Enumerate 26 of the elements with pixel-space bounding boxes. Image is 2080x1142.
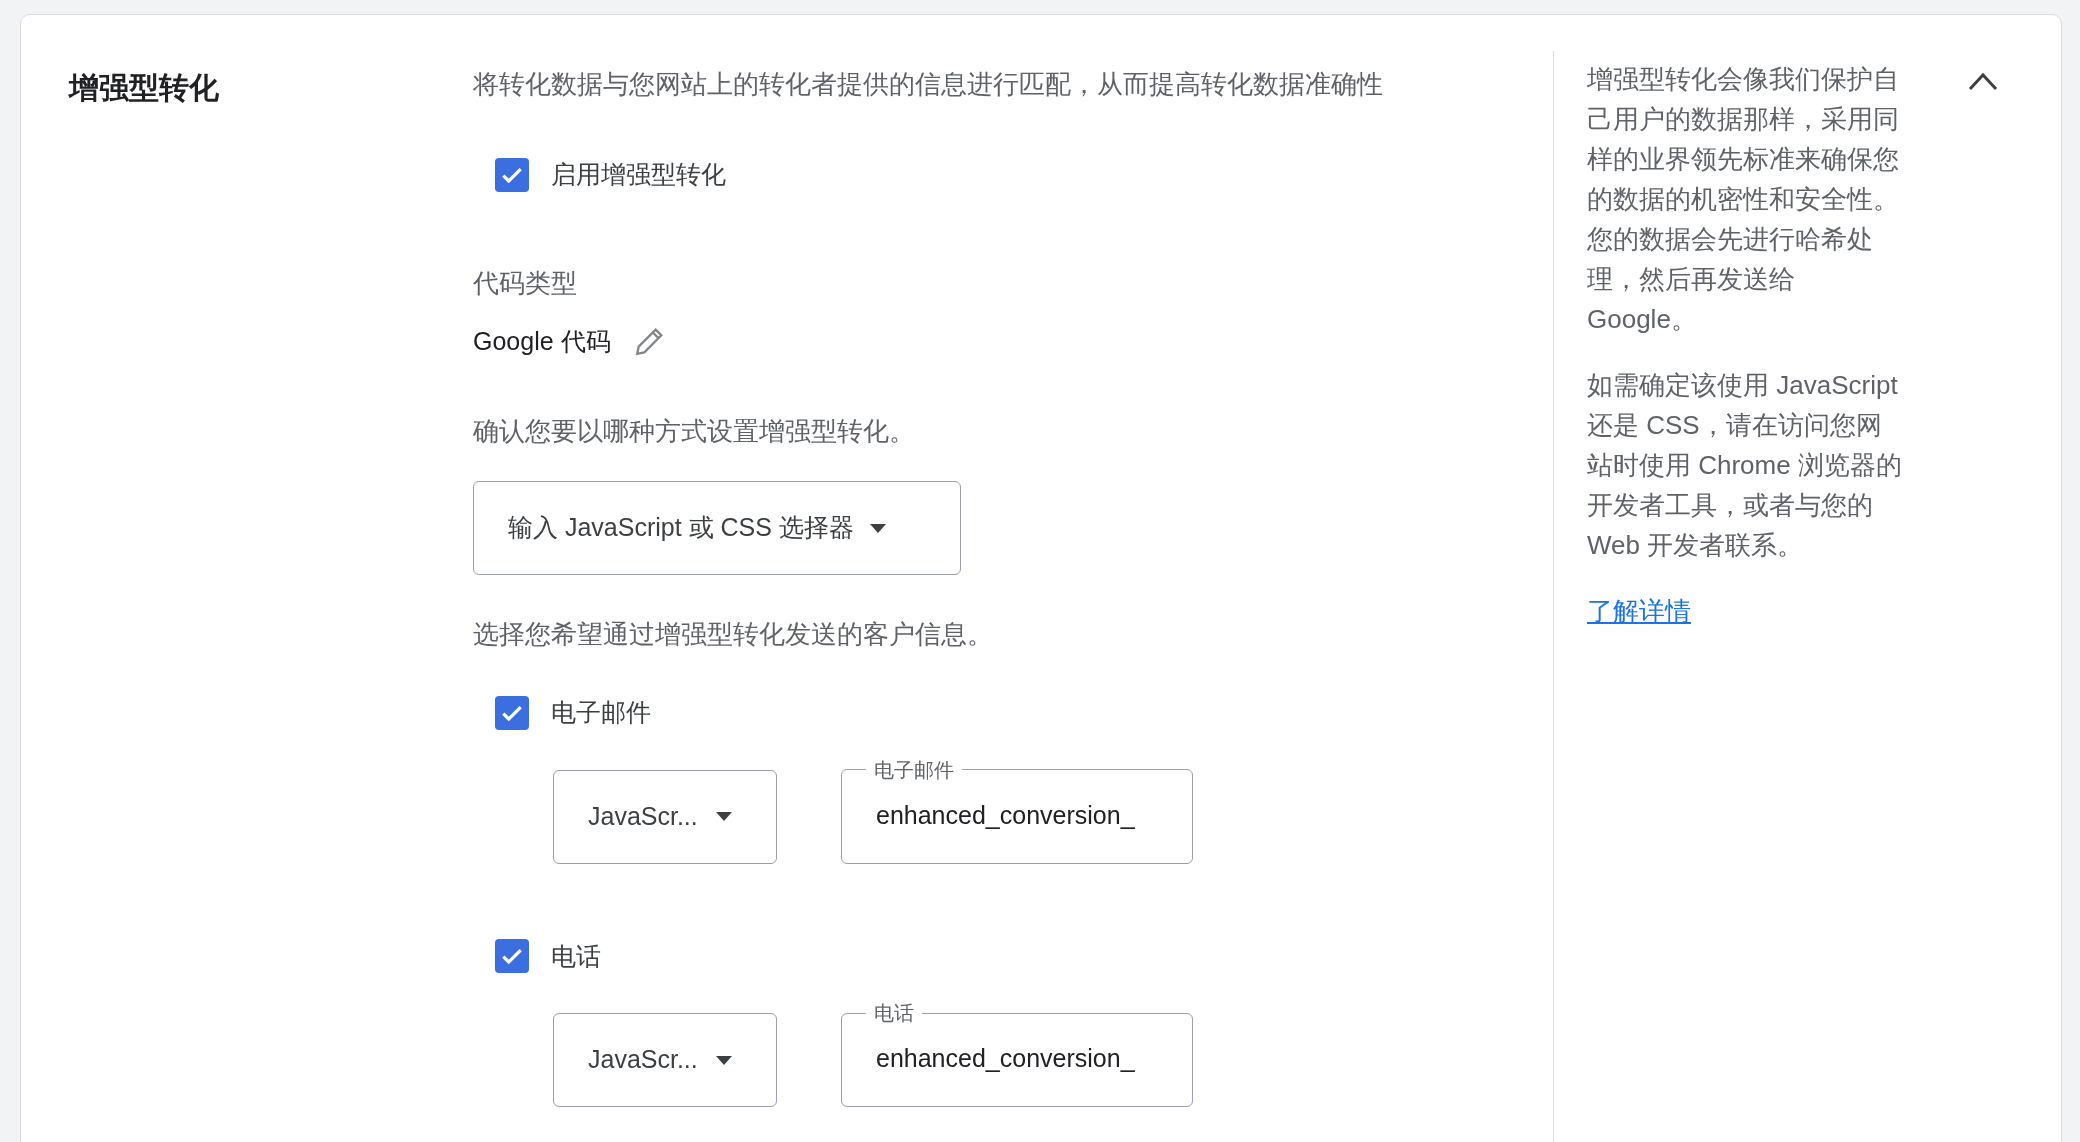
field-label: 电子邮件: [873, 757, 955, 782]
field-label: 电话: [873, 1001, 915, 1025]
customer-info-prompt: 选择您希望通过增强型转化发送的客户信息。: [473, 618, 994, 651]
checkbox[interactable]: [495, 939, 529, 974]
learn-more-link[interactable]: 了解详情: [1587, 591, 1905, 631]
source-dropdown[interactable]: JavaScr...: [553, 769, 777, 864]
section-description: 将转化数据与您网站上的转化者提供的信息进行匹配，从而提高转化数据准确性: [473, 68, 1384, 101]
code-type-value: Google 代码: [473, 325, 611, 357]
source-dropdown[interactable]: JavaScr...: [553, 1013, 777, 1107]
caret-icon: [715, 1055, 732, 1065]
input-field[interactable]: 电话 enhanced_conversion_: [841, 1001, 1193, 1107]
checkbox-label: 启用增强型转化: [551, 159, 726, 190]
checkbox[interactable]: [495, 157, 529, 192]
help-paragraph: 如需确定该使用 JavaScript 还是 CSS，请在访问您网站时使用 Chrome 浏览器的开发者工具，或者与您的 Web 开发者联系。: [1587, 369, 1903, 562]
checkbox-label: 电子邮件: [551, 697, 651, 728]
help-paragraph: 增强型转化会像我们保护自己用户的数据那样，采用同样的业界领先标准来确保您的数据的机密性和安全性。您的数据会先进行哈希处理，然后再发送给 Google。: [1587, 63, 1900, 336]
collapse-icon[interactable]: [1967, 71, 1999, 91]
method-prompt: 确认您要以哪种方式设置增强型转化。: [473, 415, 916, 448]
method-dropdown[interactable]: 输入 JavaScript 或 CSS 选择器: [473, 481, 961, 575]
input-field[interactable]: 电子邮件 enhanced_conversion_: [841, 757, 1193, 864]
checkbox[interactable]: [495, 695, 529, 730]
field-label: 代码类型: [473, 266, 578, 300]
section-title: 增强型转化: [69, 71, 219, 104]
caret-icon: [715, 812, 732, 821]
checkbox-label: 电话: [551, 940, 601, 972]
caret-icon: [869, 523, 886, 533]
